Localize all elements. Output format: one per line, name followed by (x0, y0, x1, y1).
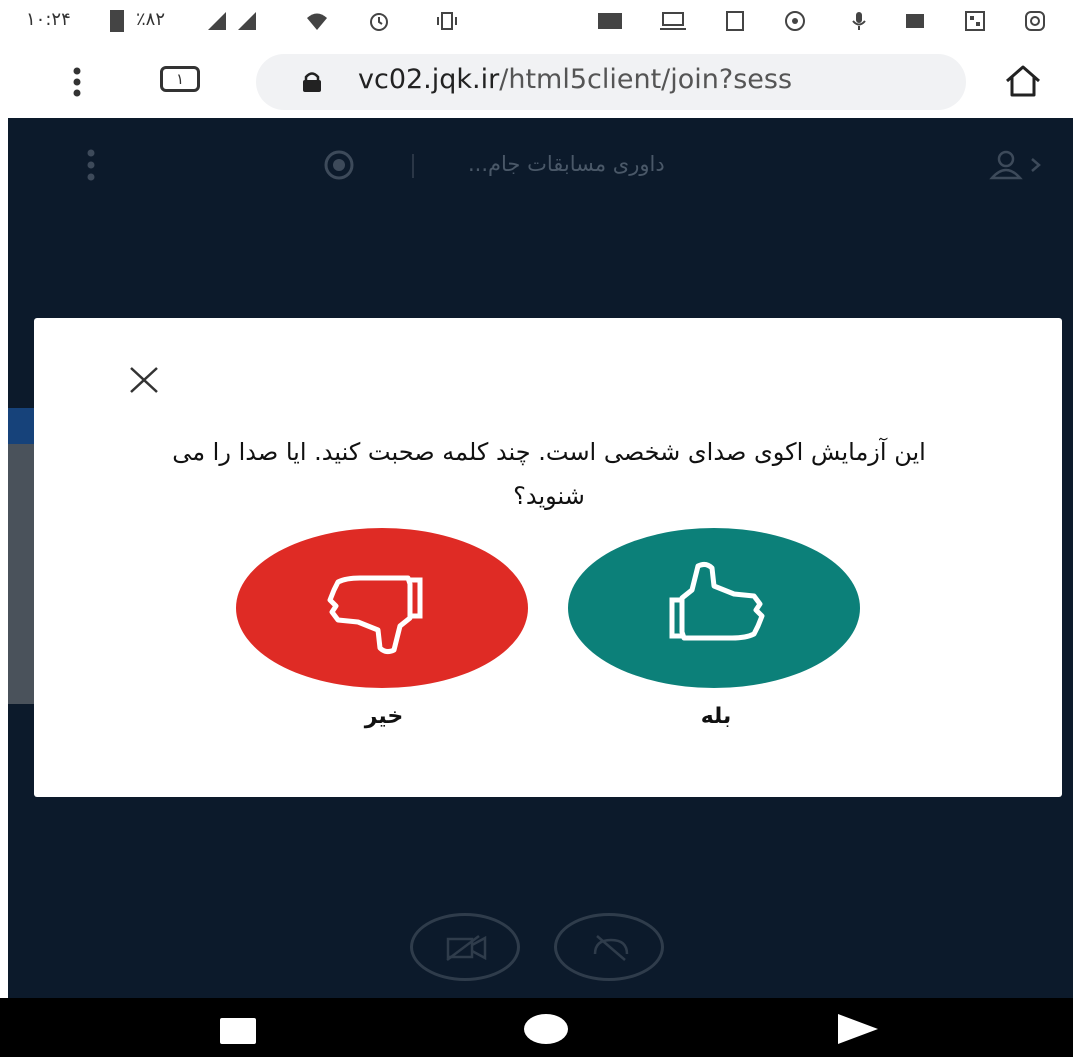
back-nav-icon[interactable] (834, 1012, 882, 1046)
no-button[interactable] (236, 528, 528, 688)
thumbs-up-icon (669, 561, 765, 641)
meeting-title: داوری مسابقات جام... (468, 152, 665, 176)
echo-test-message: این آزمایش اکوی صدای شخصی است. چند کلمه … (172, 438, 926, 510)
phone-hangup-icon (593, 935, 629, 961)
tab-switcher-button[interactable]: ۱ (160, 66, 200, 92)
video-toggle-button[interactable] (410, 913, 520, 981)
gallery-icon (906, 14, 924, 28)
signal-icon-2 (238, 12, 256, 30)
home-icon[interactable] (1004, 64, 1042, 98)
vibrate-icon (437, 12, 457, 30)
echo-test-modal: این آزمایش اکوی صدای شخصی است. چند کلمه … (34, 318, 1062, 797)
users-panel-icon[interactable] (986, 148, 1046, 182)
battery-percent: ٪۸۲ (136, 9, 166, 30)
status-bar: ۱۰:۲۴ ٪۸۲ (0, 0, 1073, 46)
url-path: /html5client/join?sess (499, 64, 793, 95)
video-off-icon (446, 935, 487, 961)
yes-button[interactable] (568, 528, 860, 688)
address-bar[interactable]: vc02.jqk.ir/html5client/join?sess (256, 54, 966, 110)
browser-menu-icon[interactable] (70, 66, 84, 98)
options-menu-icon[interactable] (84, 148, 98, 182)
home-nav-icon[interactable] (524, 1014, 568, 1044)
thumbs-down-icon (327, 575, 423, 655)
recording-indicator-icon[interactable] (314, 148, 364, 182)
wifi-icon (307, 13, 327, 30)
close-icon[interactable] (124, 366, 164, 394)
clipboard-icon (726, 11, 744, 31)
qr-code-icon (965, 11, 985, 31)
url-host: vc02.jqk.ir (358, 64, 500, 95)
title-divider (412, 154, 414, 178)
status-time: ۱۰:۲۴ (26, 9, 71, 30)
url-text[interactable]: vc02.jqk.ir/html5client/join?sess (358, 64, 958, 95)
laptop-icon (660, 12, 686, 30)
recents-icon[interactable] (220, 1018, 256, 1044)
notification-app-icon (598, 13, 622, 29)
yes-label[interactable]: بله (676, 704, 756, 729)
lock-icon[interactable] (300, 70, 324, 94)
audio-leave-button[interactable] (554, 913, 664, 981)
alarm-icon (370, 13, 388, 31)
chrome-icon (785, 11, 805, 31)
browser-toolbar: ۱ vc02.jqk.ir/html5client/join?sess (0, 46, 1073, 118)
instagram-icon (1025, 11, 1045, 31)
battery-icon (110, 10, 124, 32)
microphone-icon (852, 12, 866, 30)
no-label[interactable]: خیر (344, 704, 424, 729)
signal-icon-1 (208, 12, 226, 30)
system-nav-bar (0, 998, 1073, 1057)
